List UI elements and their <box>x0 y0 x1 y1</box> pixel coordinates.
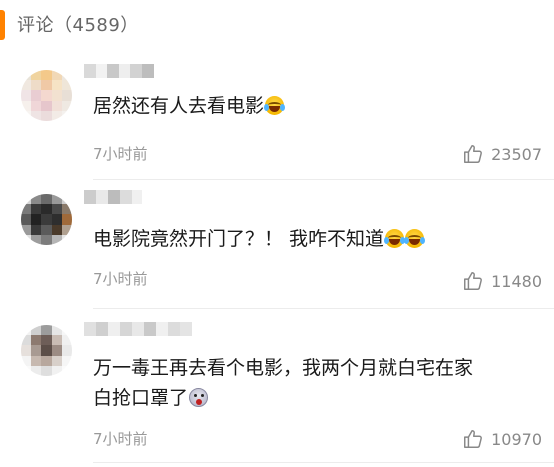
like-count: 11480 <box>491 271 542 291</box>
like-count: 10970 <box>491 429 542 449</box>
thumbs-up-icon <box>464 272 483 290</box>
comment-text-line-1: 万一毒王再去看个电影，我两个月就白宅在家 <box>93 357 474 379</box>
comment-time: 7小时前 <box>93 145 148 163</box>
divider <box>93 179 554 180</box>
like-button[interactable]: 10970 <box>462 428 542 450</box>
comment-text: 居然还有人去看电影 <box>93 91 286 121</box>
avatar[interactable] <box>21 194 72 245</box>
like-button[interactable]: 11480 <box>462 270 542 292</box>
comment-text-line-2: 白抢口罩了 <box>93 383 209 413</box>
laugh-cry-emoji-icon <box>384 229 406 248</box>
comment-time: 7小时前 <box>93 270 148 288</box>
like-button[interactable]: 23507 <box>462 143 542 165</box>
thumbs-up-icon <box>464 430 483 448</box>
avatar[interactable] <box>21 70 72 121</box>
avatar[interactable] <box>21 325 72 376</box>
header-accent-bar <box>0 10 5 40</box>
username-blurred[interactable] <box>84 322 192 336</box>
laugh-cry-emoji-icon <box>264 96 286 115</box>
comments-header: 评论（4589） <box>0 0 554 46</box>
divider <box>93 308 554 309</box>
comments-title: 评论（4589） <box>17 15 139 36</box>
like-count: 23507 <box>491 144 542 164</box>
scared-emoji-icon <box>189 388 209 407</box>
divider <box>93 462 554 463</box>
laugh-cry-emoji-icon <box>404 229 426 248</box>
thumbs-up-icon <box>464 145 483 163</box>
comment-text: 电影院竟然开门了？！ 我咋不知道 <box>93 224 426 254</box>
comment-time: 7小时前 <box>93 430 148 448</box>
username-blurred[interactable] <box>84 190 142 204</box>
username-blurred[interactable] <box>84 64 154 78</box>
